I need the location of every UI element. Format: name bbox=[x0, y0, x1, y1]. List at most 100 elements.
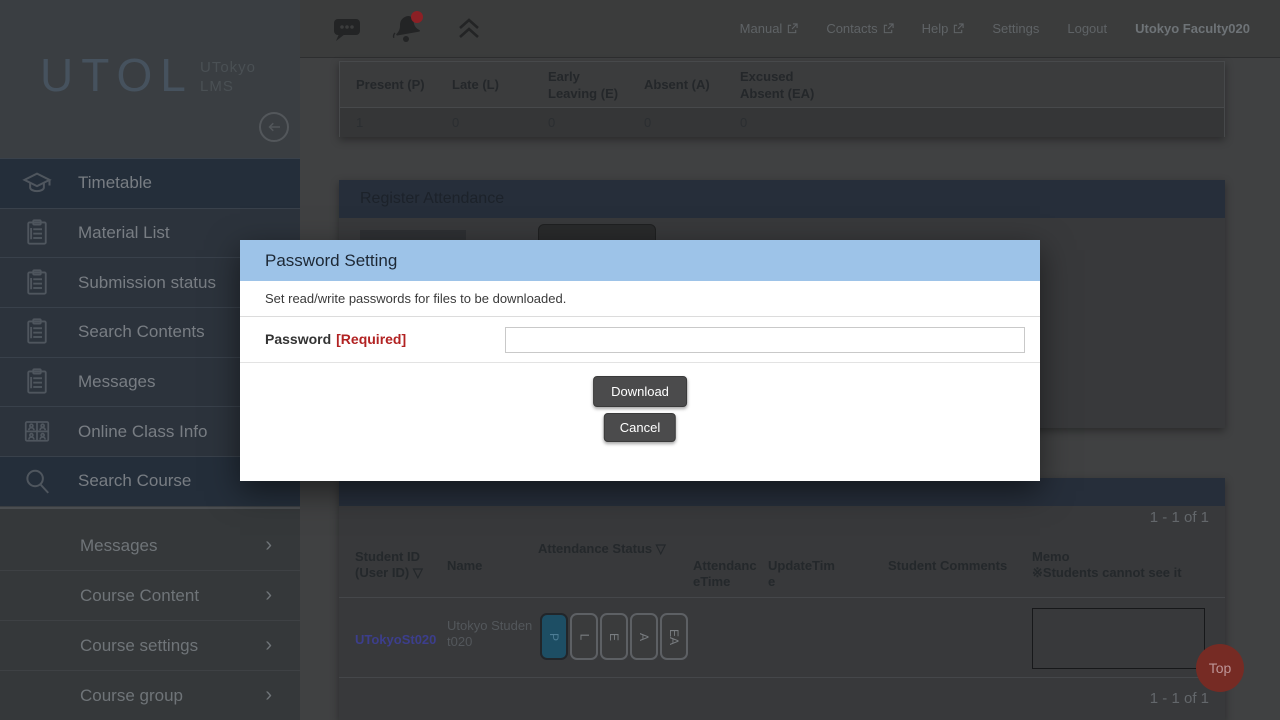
external-link-icon bbox=[953, 23, 964, 34]
logo-subtitle-line2: LMS bbox=[200, 77, 256, 96]
notification-bell-icon[interactable] bbox=[392, 10, 426, 48]
summary-value-early-leaving: 0 bbox=[548, 115, 555, 130]
summary-table-row: 1 0 0 0 0 bbox=[340, 108, 1224, 137]
notification-dot bbox=[411, 11, 423, 23]
column-header-memo: Memo ※Students cannot see it bbox=[1032, 549, 1202, 581]
settings-link[interactable]: Settings bbox=[992, 21, 1039, 36]
attendance-summary-table: Present (P) Late (L) Early Leaving (E) A… bbox=[339, 61, 1225, 137]
back-arrow-icon bbox=[265, 118, 283, 136]
student-id-link[interactable]: UTokyoSt020 bbox=[355, 632, 436, 647]
status-button-label: E bbox=[607, 632, 621, 640]
current-user: Utokyo Faculty020 bbox=[1135, 21, 1250, 36]
sidebar-logo-area: UTOL UTokyo LMS bbox=[0, 0, 300, 158]
utol-logo: UTOL bbox=[40, 48, 194, 102]
student-name: Utokyo Student020 bbox=[447, 618, 535, 650]
submenu-item-messages[interactable]: Messages › bbox=[0, 521, 300, 571]
submenu-item-label: Course group bbox=[80, 686, 183, 706]
utol-lms-page: UTOL UTokyo LMS Timetable Material List … bbox=[0, 0, 1280, 720]
manual-link[interactable]: Manual bbox=[740, 21, 799, 36]
online-class-icon bbox=[22, 417, 52, 447]
topbar: Manual Contacts Help Settings Logout Uto… bbox=[300, 0, 1280, 58]
status-button-absent[interactable]: A bbox=[630, 613, 658, 660]
summary-header-present: Present (P) bbox=[356, 76, 425, 93]
column-header-student-comments: Student Comments bbox=[888, 558, 1007, 574]
sidebar-collapse-button[interactable] bbox=[259, 112, 289, 142]
status-button-excused-absent[interactable]: EA bbox=[660, 613, 688, 660]
scroll-to-top-label: Top bbox=[1209, 660, 1232, 676]
table-divider bbox=[339, 597, 1225, 598]
submenu-item-course-group[interactable]: Course group › bbox=[0, 671, 300, 720]
help-link-label: Help bbox=[922, 21, 949, 36]
sidebar-item-label: Timetable bbox=[78, 173, 152, 193]
password-input[interactable] bbox=[505, 327, 1025, 353]
memo-header-label: Memo bbox=[1032, 549, 1070, 564]
pagination-top: 1 - 1 of 1 bbox=[1150, 509, 1209, 526]
attendance-status-header-label: Attendance Status bbox=[538, 541, 652, 556]
summary-table-header: Present (P) Late (L) Early Leaving (E) A… bbox=[340, 62, 1224, 108]
column-header-update-time: UpdateTime bbox=[768, 558, 836, 590]
submenu-item-course-settings[interactable]: Course settings › bbox=[0, 621, 300, 671]
chevron-right-icon: › bbox=[265, 584, 272, 607]
column-header-name: Name bbox=[447, 558, 482, 574]
cancel-button[interactable]: Cancel bbox=[604, 413, 676, 442]
modal-description: Set read/write passwords for files to be… bbox=[240, 281, 1040, 317]
password-label: Password [Required] bbox=[265, 331, 406, 347]
contacts-link-label: Contacts bbox=[826, 21, 877, 36]
student-id-header-line1: Student ID bbox=[355, 549, 420, 564]
submenu-item-label: Course settings bbox=[80, 636, 198, 656]
summary-header-excused-absent: Excused Absent (EA) bbox=[740, 68, 818, 102]
collapse-up-icon[interactable] bbox=[456, 17, 482, 41]
sort-icon[interactable]: ▽ bbox=[413, 565, 423, 580]
sidebar-item-label: Online Class Info bbox=[78, 422, 207, 442]
external-link-icon bbox=[787, 23, 798, 34]
register-attendance-title: Register Attendance bbox=[360, 190, 504, 208]
download-button[interactable]: Download bbox=[593, 376, 687, 407]
sort-icon[interactable]: ▽ bbox=[656, 541, 666, 556]
chevron-right-icon: › bbox=[265, 534, 272, 557]
student-id-header-line2: (User ID) bbox=[355, 565, 409, 580]
status-button-early-leaving[interactable]: E bbox=[600, 613, 628, 660]
modal-password-row: Password [Required] bbox=[240, 317, 1040, 363]
column-header-student-id[interactable]: Student ID (User ID) ▽ bbox=[355, 549, 433, 581]
status-button-present[interactable]: P bbox=[540, 613, 568, 660]
status-button-label: L bbox=[577, 633, 591, 640]
status-button-label: A bbox=[637, 632, 651, 640]
memo-textarea[interactable] bbox=[1032, 608, 1205, 669]
summary-header-early-leaving: Early Leaving (E) bbox=[548, 68, 628, 102]
clipboard-icon bbox=[22, 317, 52, 347]
submenu-item-label: Messages bbox=[80, 536, 157, 556]
sidebar-item-timetable[interactable]: Timetable bbox=[0, 158, 300, 208]
password-label-text: Password bbox=[265, 331, 331, 347]
utol-logo-subtitle: UTokyo LMS bbox=[200, 58, 256, 96]
topbar-icons bbox=[300, 10, 482, 48]
status-button-late[interactable]: L bbox=[570, 613, 598, 660]
submenu-item-course-content[interactable]: Course Content › bbox=[0, 571, 300, 621]
register-attendance-header: Register Attendance bbox=[339, 180, 1225, 218]
help-link[interactable]: Help bbox=[922, 21, 965, 36]
search-icon bbox=[22, 466, 52, 496]
sidebar-submenu: Messages › Course Content › Course setti… bbox=[0, 507, 300, 720]
clipboard-icon bbox=[22, 218, 52, 248]
memo-header-note: ※Students cannot see it bbox=[1032, 565, 1182, 580]
summary-value-present: 1 bbox=[356, 115, 363, 130]
summary-header-absent: Absent (A) bbox=[644, 76, 710, 93]
clipboard-icon bbox=[22, 367, 52, 397]
status-button-label: P bbox=[547, 632, 561, 640]
modal-title: Password Setting bbox=[265, 251, 397, 271]
sidebar-item-label: Search Contents bbox=[78, 322, 205, 342]
column-header-attendance-status[interactable]: Attendance Status ▽ bbox=[538, 541, 666, 557]
clipboard-icon bbox=[22, 268, 52, 298]
logout-link-label: Logout bbox=[1067, 21, 1107, 36]
required-label: [Required] bbox=[336, 331, 406, 347]
chat-icon[interactable] bbox=[332, 15, 362, 43]
table-divider bbox=[339, 677, 1225, 678]
attendance-list-panel: 1 - 1 of 1 Student ID (User ID) ▽ Name A… bbox=[339, 478, 1225, 720]
logout-link[interactable]: Logout bbox=[1067, 21, 1107, 36]
summary-value-late: 0 bbox=[452, 115, 459, 130]
external-link-icon bbox=[883, 23, 894, 34]
scroll-to-top-button[interactable]: Top bbox=[1196, 644, 1244, 692]
status-button-label: EA bbox=[667, 628, 681, 644]
sidebar-item-label: Messages bbox=[78, 372, 155, 392]
contacts-link[interactable]: Contacts bbox=[826, 21, 893, 36]
submenu-item-label: Course Content bbox=[80, 586, 199, 606]
